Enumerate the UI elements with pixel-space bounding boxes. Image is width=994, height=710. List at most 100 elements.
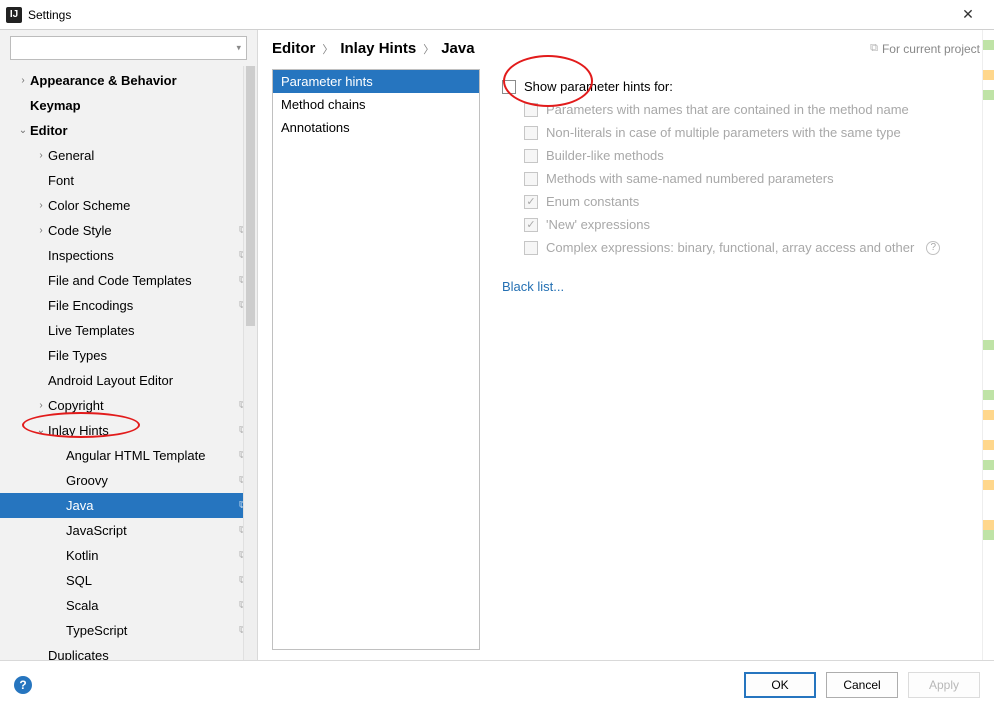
option-row: Complex expressions: binary, functional,… — [502, 236, 980, 259]
option-checkbox: ✓ — [524, 195, 538, 209]
background-editor-right — [982, 30, 994, 660]
tree-item[interactable]: File Types — [0, 343, 257, 368]
tree-item[interactable]: Keymap — [0, 93, 257, 118]
category-item[interactable]: Method chains — [273, 93, 479, 116]
close-button[interactable]: ✕ — [948, 1, 988, 29]
help-icon[interactable]: ? — [926, 241, 940, 255]
tree-item[interactable]: ›Appearance & Behavior — [0, 68, 257, 93]
category-item[interactable]: Parameter hints — [273, 70, 479, 93]
option-label: 'New' expressions — [546, 217, 650, 232]
tree-item-label: SQL — [66, 573, 235, 588]
option-row: Methods with same-named numbered paramet… — [502, 167, 980, 190]
tree-item-label: Keymap — [30, 98, 247, 113]
option-checkbox — [524, 241, 538, 255]
tree-item-label: Inlay Hints — [48, 423, 235, 438]
chevron-right-icon[interactable]: › — [16, 75, 30, 86]
ok-button[interactable]: OK — [744, 672, 816, 698]
tree-item[interactable]: ⌄Inlay Hints⧉ — [0, 418, 257, 443]
chevron-right-icon[interactable]: › — [34, 200, 48, 211]
option-label: Methods with same-named numbered paramet… — [546, 171, 834, 186]
tree-item-label: Editor — [30, 123, 247, 138]
breadcrumb-part: Java — [441, 40, 474, 57]
show-parameter-hints-checkbox[interactable] — [502, 80, 516, 94]
chevron-right-icon[interactable]: › — [34, 150, 48, 161]
tree-item[interactable]: Groovy⧉ — [0, 468, 257, 493]
tree-item[interactable]: Live Templates — [0, 318, 257, 343]
copy-icon: ⧉ — [870, 42, 878, 55]
tree-item[interactable]: Inspections⧉ — [0, 243, 257, 268]
option-checkbox — [524, 149, 538, 163]
category-item[interactable]: Annotations — [273, 116, 479, 139]
tree-item[interactable]: Java⧉ — [0, 493, 257, 518]
tree-item-label: Inspections — [48, 248, 235, 263]
settings-tree[interactable]: ›Appearance & BehaviorKeymap⌄Editor›Gene… — [0, 66, 257, 660]
tree-item[interactable]: ›Code Style⧉ — [0, 218, 257, 243]
tree-item-label: File Encodings — [48, 298, 235, 313]
help-button[interactable]: ? — [14, 676, 32, 694]
option-label: Builder-like methods — [546, 148, 664, 163]
tree-item[interactable]: Angular HTML Template⧉ — [0, 443, 257, 468]
tree-item[interactable]: ⌄Editor — [0, 118, 257, 143]
tree-item[interactable]: ›Copyright⧉ — [0, 393, 257, 418]
tree-item-label: Angular HTML Template — [66, 448, 235, 463]
tree-item-label: Scala — [66, 598, 235, 613]
sidebar-scrollbar[interactable] — [243, 66, 257, 660]
tree-item-label: Kotlin — [66, 548, 235, 563]
options-panel: Show parameter hints for: Parameters wit… — [502, 69, 980, 650]
tree-item-label: File Types — [48, 348, 247, 363]
tree-item-label: Font — [48, 173, 247, 188]
option-row: Builder-like methods — [502, 144, 980, 167]
tree-item[interactable]: Font — [0, 168, 257, 193]
breadcrumb-part[interactable]: Editor — [272, 40, 315, 57]
tree-item-label: JavaScript — [66, 523, 235, 538]
tree-item[interactable]: Duplicates — [0, 643, 257, 660]
option-label: Parameters with names that are contained… — [546, 102, 909, 117]
tree-item-label: Color Scheme — [48, 198, 247, 213]
tree-item[interactable]: Scala⧉ — [0, 593, 257, 618]
option-row: Non-literals in case of multiple paramet… — [502, 121, 980, 144]
option-row: ✓ 'New' expressions — [502, 213, 980, 236]
chevron-down-icon[interactable]: ⌄ — [16, 125, 30, 136]
tree-item[interactable]: ›Color Scheme — [0, 193, 257, 218]
hint-category-list[interactable]: Parameter hintsMethod chainsAnnotations — [272, 69, 480, 650]
tree-item-label: Groovy — [66, 473, 235, 488]
tree-item-label: Duplicates — [48, 648, 247, 660]
tree-item[interactable]: JavaScript⧉ — [0, 518, 257, 543]
window-title: Settings — [28, 8, 948, 22]
sidebar-scrollbar-thumb[interactable] — [246, 66, 255, 326]
cancel-button[interactable]: Cancel — [826, 672, 898, 698]
option-checkbox — [524, 103, 538, 117]
chevron-right-icon[interactable]: › — [34, 400, 48, 411]
tree-item-label: Android Layout Editor — [48, 373, 247, 388]
project-scope-note: ⧉ For current project — [870, 42, 980, 56]
option-label: Complex expressions: binary, functional,… — [546, 240, 914, 255]
tree-item-label: Java — [66, 498, 235, 513]
black-list-link[interactable]: Black list... — [502, 279, 980, 294]
chevron-right-icon: 〉 — [322, 41, 333, 57]
titlebar: IJ Settings ✕ — [0, 0, 994, 30]
search-input[interactable] — [10, 36, 247, 60]
breadcrumb: Editor 〉 Inlay Hints 〉 Java — [272, 40, 870, 57]
tree-item-label: Live Templates — [48, 323, 247, 338]
tree-item[interactable]: File and Code Templates⧉ — [0, 268, 257, 293]
tree-item[interactable]: Android Layout Editor — [0, 368, 257, 393]
dialog-footer: ? OK Cancel Apply — [0, 660, 994, 708]
tree-item[interactable]: SQL⧉ — [0, 568, 257, 593]
option-label: Non-literals in case of multiple paramet… — [546, 125, 901, 140]
option-checkbox: ✓ — [524, 218, 538, 232]
option-label: Enum constants — [546, 194, 639, 209]
settings-sidebar: ⌕ ▾ ›Appearance & BehaviorKeymap⌄Editor›… — [0, 30, 258, 660]
tree-item-label: General — [48, 148, 247, 163]
chevron-down-icon[interactable]: ⌄ — [34, 425, 48, 436]
show-parameter-hints-checkbox-row: Show parameter hints for: — [502, 75, 980, 98]
tree-item-label: Code Style — [48, 223, 235, 238]
tree-item[interactable]: TypeScript⧉ — [0, 618, 257, 643]
show-parameter-hints-label: Show parameter hints for: — [524, 79, 673, 94]
tree-item[interactable]: File Encodings⧉ — [0, 293, 257, 318]
tree-item[interactable]: ›General — [0, 143, 257, 168]
chevron-right-icon[interactable]: › — [34, 225, 48, 236]
tree-item-label: TypeScript — [66, 623, 235, 638]
option-row: Parameters with names that are contained… — [502, 98, 980, 121]
breadcrumb-part[interactable]: Inlay Hints — [340, 40, 416, 57]
tree-item[interactable]: Kotlin⧉ — [0, 543, 257, 568]
